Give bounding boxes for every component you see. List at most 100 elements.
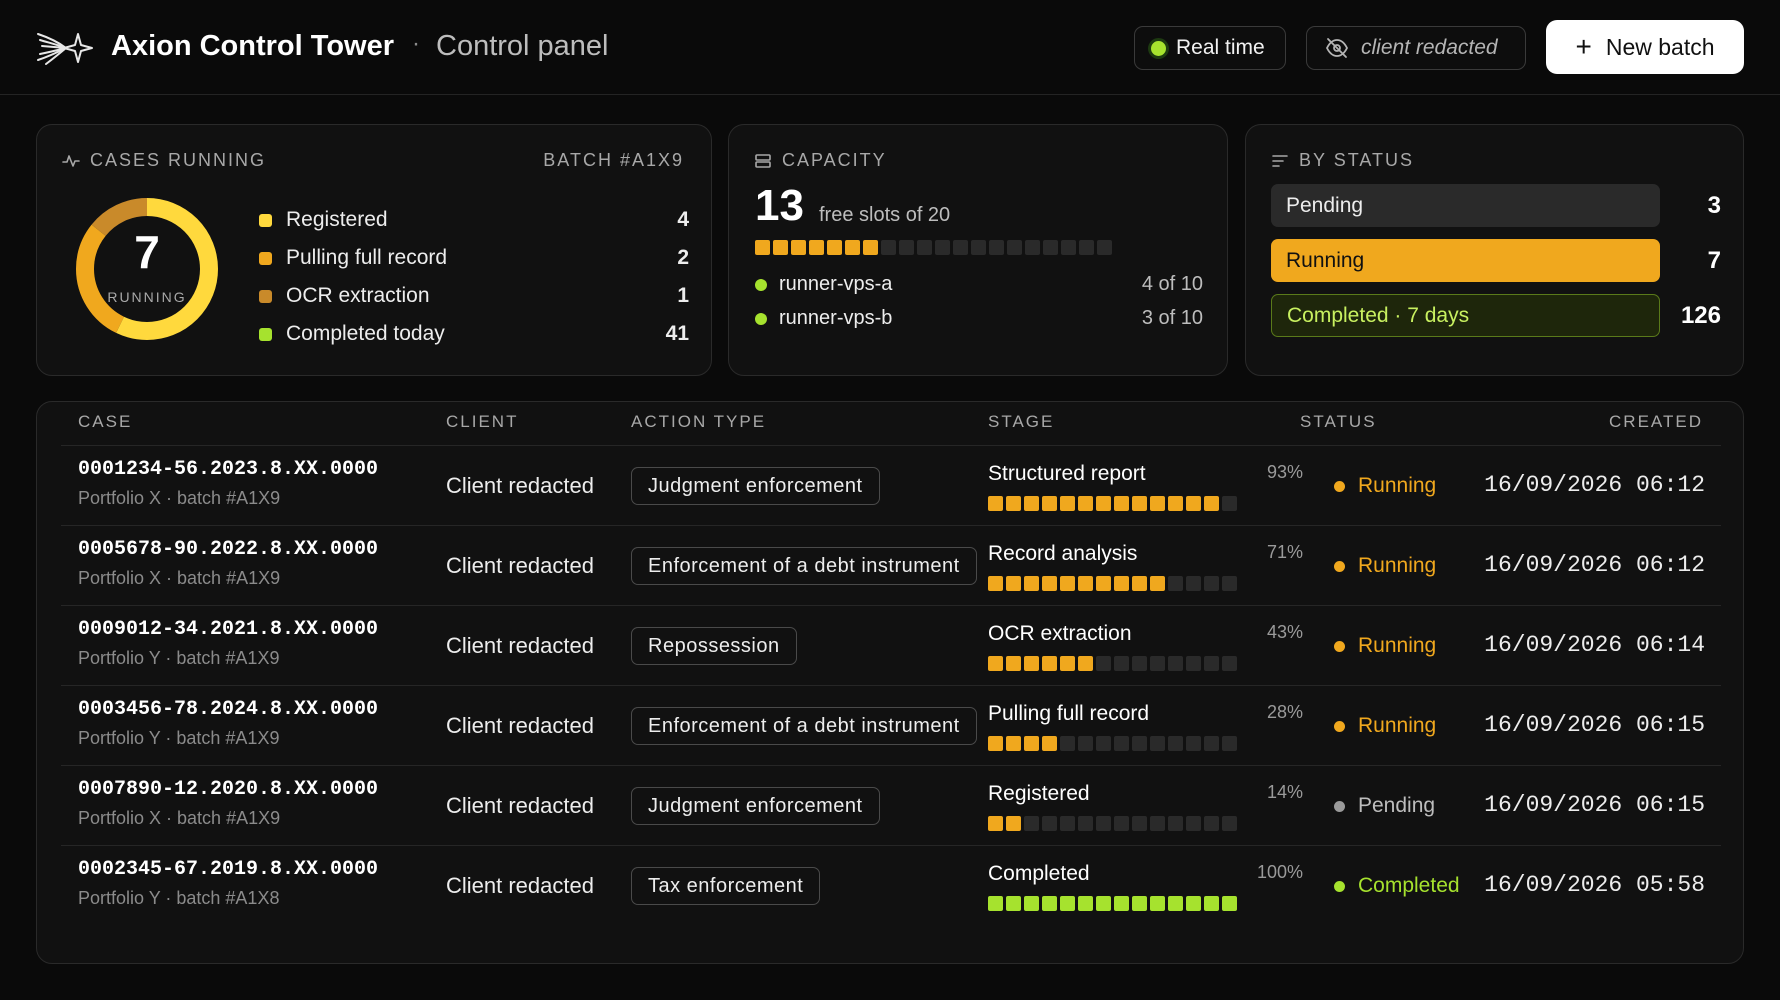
client-name: Client redacted [446,553,594,578]
runner-status-icon [755,312,767,325]
realtime-label: Real time [1176,36,1265,59]
legend-label: OCR extraction [286,284,430,307]
created-timestamp: 16/09/2026 06:15 [1484,792,1705,818]
stage-progress-segment [1024,576,1039,591]
stage-progress-segment [1006,736,1021,751]
status-pill-pending: Pending [1271,184,1660,227]
column-header-stage[interactable]: Stage [988,412,1054,432]
stage-progress-segment [1222,496,1237,511]
status-badge: Running [1334,714,1436,738]
realtime-toggle[interactable]: Real time [1134,26,1286,70]
stage-progress-segment [1096,496,1111,511]
case-meta: Portfolio X · batch #A1X9 [78,808,281,828]
filter-lines-icon [1272,154,1288,167]
status-label: Running [1358,554,1437,577]
client-visibility-toggle[interactable]: client redacted [1306,26,1526,70]
created-timestamp: 16/09/2026 06:12 [1484,472,1705,498]
client-name: Client redacted [446,793,594,818]
stage-percent: 43% [1266,622,1303,642]
capacity-slot [1007,240,1022,255]
stage-progress-segment [1114,576,1129,591]
stage-progress-segment [1042,656,1057,671]
by-status-title: By status [1271,150,1414,171]
stage-progress-segment [988,656,1003,671]
case-number[interactable]: 0001234-56.2023.8.XX.0000 [78,458,378,481]
stage-progress-segment [1042,576,1057,591]
stage-progress-segment [1132,576,1147,591]
legend-swatch [259,213,272,227]
axion-logo-icon [37,33,93,65]
table-row[interactable]: 0005678-90.2022.8.XX.0000 Portfolio X · b… [61,526,1721,606]
created-timestamp: 16/09/2026 06:15 [1484,712,1705,738]
stage-percent: 28% [1266,702,1303,722]
stage-progress-segment [1150,496,1165,511]
stage-progress-segment [1204,656,1219,671]
status-filter-running[interactable]: Running 7 [1271,239,1721,282]
status-pill-completed: Completed · 7 days [1271,294,1660,337]
stage-progress-segment [1042,496,1057,511]
stage-progress-segment [1114,656,1129,671]
capacity-slot [845,240,860,255]
batch-id: BATCH #A1X9 [543,150,684,170]
status-label: Completed [1358,874,1460,897]
column-header-created[interactable]: Created [1609,412,1703,432]
runner-name: runner-vps-b [779,307,893,329]
table-row[interactable]: 0007890-12.2020.8.XX.0000 Portfolio X · b… [61,766,1721,846]
action-type-tag: Tax enforcement [631,867,821,905]
case-number[interactable]: 0002345-67.2019.8.XX.0000 [78,858,378,881]
app-title: Axion Control Tower [111,30,395,62]
eye-off-icon [1325,38,1349,58]
client-name: Client redacted [446,713,594,738]
column-header-case[interactable]: Case [78,412,132,432]
stage-progress-segment [1222,576,1237,591]
column-header-action-type[interactable]: Action type [631,412,766,432]
stage-progress-bar [988,736,1237,751]
stage-progress-segment [1024,496,1039,511]
table-row[interactable]: 0001234-56.2023.8.XX.0000 Portfolio X · b… [61,446,1721,526]
stage-progress-segment [1078,576,1093,591]
capacity-slot [827,240,842,255]
case-number[interactable]: 0007890-12.2020.8.XX.0000 [78,778,378,801]
stage-progress-segment [1168,816,1183,831]
stage-progress-segment [1168,656,1183,671]
capacity-slot [899,240,914,255]
table-row[interactable]: 0002345-67.2019.8.XX.0000 Portfolio Y · b… [61,846,1721,926]
status-badge: Running [1334,634,1436,658]
status-filter-completed[interactable]: Completed · 7 days 126 [1271,294,1721,337]
column-header-status[interactable]: Status [1300,412,1377,432]
stage-progress-segment [1078,656,1093,671]
stage-progress-bar [988,576,1237,591]
cases-table: Case Client Action type Stage Status Cre… [36,401,1744,964]
table-row[interactable]: 0009012-34.2021.8.XX.0000 Portfolio Y · b… [61,606,1721,686]
status-count-running: 7 [1707,246,1721,274]
stage-progress-bar [988,496,1237,511]
case-meta: Portfolio Y · batch #A1X8 [78,888,280,908]
cases-legend: Registered 4 Pulling full record 2 OCR extra… [259,201,689,353]
column-header-client[interactable]: Client [446,412,518,432]
stage-progress-segment [1222,816,1237,831]
status-filter-pending[interactable]: Pending 3 [1271,184,1721,227]
stage-name: Registered [988,782,1090,805]
legend-value: 4 [677,208,689,231]
top-bar: Axion Control Tower · Control panel Real… [0,0,1780,95]
stage-progress-segment [1150,896,1165,911]
stage-progress-segment [1204,816,1219,831]
capacity-slot [773,240,788,255]
table-row[interactable]: 0003456-78.2024.8.XX.0000 Portfolio Y · b… [61,686,1721,766]
case-meta: Portfolio X · batch #A1X9 [78,488,281,508]
stage-progress-segment [1060,496,1075,511]
case-number[interactable]: 0003456-78.2024.8.XX.0000 [78,698,378,721]
legend-label: Completed today [286,322,445,345]
case-number[interactable]: 0009012-34.2021.8.XX.0000 [78,618,378,641]
stage-progress-segment [1132,816,1147,831]
stage-progress-segment [1222,896,1237,911]
status-label: Pending [1358,794,1436,817]
new-batch-button[interactable]: + New batch [1546,20,1744,74]
stage-progress-segment [1096,576,1111,591]
cases-running-card: Cases running BATCH #A1X9 7 RUNNING Regi… [36,124,712,376]
case-number[interactable]: 0005678-90.2022.8.XX.0000 [78,538,378,561]
capacity-slot [1097,240,1112,255]
stage-progress-segment [1006,896,1021,911]
title-separator: · [412,30,420,57]
legend-value: 41 [665,322,689,345]
